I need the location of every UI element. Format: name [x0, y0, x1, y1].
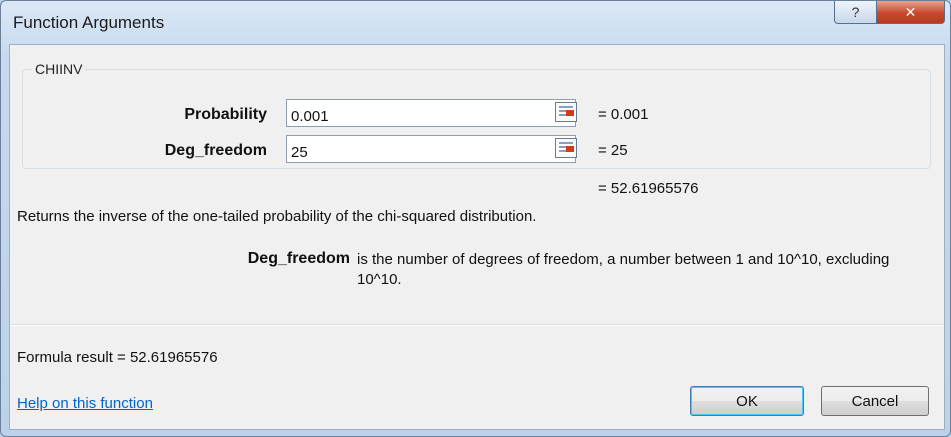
help-on-function-link[interactable]: Help on this function: [17, 395, 153, 412]
deg-freedom-collapse-icon[interactable]: [555, 138, 577, 158]
function-name: CHIINV: [32, 61, 86, 77]
title-bar[interactable]: Function Arguments ? ✕: [1, 1, 950, 35]
argument-help-name: Deg_freedom: [247, 250, 350, 267]
deg-freedom-label: Deg_freedom: [164, 142, 267, 159]
deg-freedom-input[interactable]: [286, 135, 576, 163]
function-arguments-dialog: Function Arguments ? ✕ CHIINV Probabilit…: [0, 0, 951, 437]
cancel-button[interactable]: Cancel: [821, 386, 929, 416]
question-mark-icon: ?: [851, 4, 860, 20]
dialog-body: CHIINV Probability = 0.001 Deg_freedom =…: [9, 44, 945, 430]
deg-freedom-evaluated: = 25: [598, 142, 628, 159]
close-icon: ✕: [904, 3, 917, 20]
function-description: Returns the inverse of the one-tailed pr…: [17, 208, 537, 225]
probability-collapse-icon[interactable]: [555, 102, 577, 122]
separator: [10, 324, 944, 326]
probability-label: Probability: [184, 106, 267, 123]
result-preview: = 52.61965576: [598, 180, 699, 197]
close-button[interactable]: ✕: [876, 1, 945, 24]
help-button[interactable]: ?: [834, 1, 877, 24]
formula-result: Formula result = 52.61965576: [17, 349, 218, 366]
probability-evaluated: = 0.001: [598, 106, 649, 123]
ok-button[interactable]: OK: [690, 386, 804, 416]
probability-input[interactable]: [286, 99, 576, 127]
dialog-title: Function Arguments: [13, 13, 165, 32]
argument-help-text: is the number of degrees of freedom, a n…: [357, 251, 890, 288]
